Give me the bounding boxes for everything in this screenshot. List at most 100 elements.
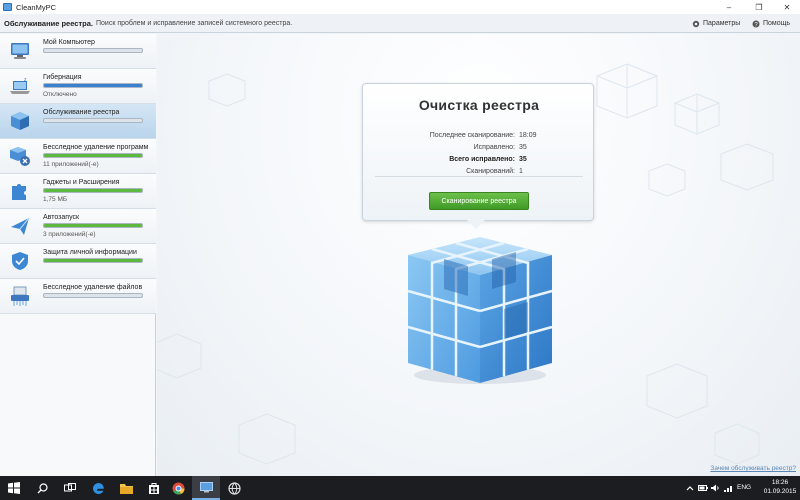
progress-fill xyxy=(44,189,142,192)
stat-last-scan: Последнее сканирование: 18:09 xyxy=(363,132,595,142)
progress-bar xyxy=(43,83,143,88)
stat-value: 35 xyxy=(519,144,527,151)
stat-value: 1 xyxy=(519,168,523,175)
help-icon: ? xyxy=(752,20,760,28)
sidebar-item-my-computer[interactable]: Мой Компьютер xyxy=(0,34,156,69)
progress-bar xyxy=(43,258,143,263)
cleanmypc-taskbar-button[interactable] xyxy=(192,476,220,500)
registry-cleanup-panel: Очистка реестра Последнее сканирование: 1… xyxy=(362,83,594,221)
shredder-icon xyxy=(11,286,29,306)
stat-label: Сканирований: xyxy=(466,168,515,175)
stat-label: Всего исправлено: xyxy=(449,156,515,163)
stat-value: 35 xyxy=(519,156,527,163)
stat-value: 18:09 xyxy=(519,132,537,139)
sidebar-item-label: Защита личной информации xyxy=(43,249,137,256)
why-maintain-registry-link[interactable]: Зачем обслуживать реестр? xyxy=(710,465,796,472)
settings-label: Параметры xyxy=(703,20,741,27)
registry-cube-illustration xyxy=(407,237,553,384)
gear-icon xyxy=(692,20,700,27)
sidebar-item-shredder[interactable]: Бесследное удаление файлов xyxy=(0,279,156,314)
uninstall-icon xyxy=(10,147,30,166)
close-icon: ✕ xyxy=(783,2,791,12)
cleanmypc-icon xyxy=(199,481,213,492)
taskbar: ENG 18:26 01.09.2015 xyxy=(0,476,800,500)
sidebar-item-subtext: Отключено xyxy=(43,91,77,98)
progress-fill xyxy=(44,84,142,87)
progress-bar xyxy=(43,118,143,123)
task-view-icon xyxy=(64,483,76,492)
sidebar-item-uninstall[interactable]: Бесследное удаление программ 11 приложен… xyxy=(0,139,156,174)
panel-pointer xyxy=(467,220,485,229)
language-indicator[interactable]: ENG xyxy=(737,484,751,491)
maximize-icon: ❐ xyxy=(755,2,763,12)
help-link[interactable]: ? Помощь xyxy=(752,14,790,33)
file-explorer-button[interactable] xyxy=(112,476,140,500)
sidebar-item-registry[interactable]: Обслуживание реестра xyxy=(0,104,156,139)
edge-button[interactable] xyxy=(84,476,112,500)
store-icon xyxy=(149,483,159,494)
sidebar-item-label: Мой Компьютер xyxy=(43,39,95,46)
stat-total-fixed: Всего исправлено: 35 xyxy=(363,156,595,166)
chrome-icon xyxy=(172,482,185,495)
task-view-button[interactable] xyxy=(56,476,84,500)
sidebar-item-privacy[interactable]: Защита личной информации xyxy=(0,244,156,279)
sidebar-item-label: Бесследное удаление программ xyxy=(43,144,149,151)
search-icon xyxy=(37,482,48,493)
stat-label: Исправлено: xyxy=(473,144,515,151)
puzzle-icon xyxy=(12,184,26,200)
sidebar-item-label: Обслуживание реестра xyxy=(43,109,120,116)
network-app-button[interactable] xyxy=(220,476,248,500)
sidebar-item-gadgets[interactable]: Гаджеты и Расширения 1,75 МБ xyxy=(0,174,156,209)
sidebar-item-label: Автозапуск xyxy=(43,214,80,221)
volume-icon[interactable] xyxy=(711,484,721,492)
settings-link[interactable]: Параметры xyxy=(692,14,740,33)
close-button[interactable]: ✕ xyxy=(772,0,800,14)
edge-browser-icon xyxy=(92,482,104,494)
network-icon[interactable] xyxy=(724,484,734,492)
divider xyxy=(375,176,583,177)
stat-label: Последнее сканирование: xyxy=(429,132,515,139)
start-button[interactable] xyxy=(0,476,28,500)
progress-bar xyxy=(43,223,143,228)
chevron-up-icon[interactable] xyxy=(686,484,694,492)
sidebar-item-subtext: 11 приложений(-е) xyxy=(43,161,99,168)
sidebar-item-hibernation[interactable]: z Гибернация Отключено xyxy=(0,69,156,104)
page-title: Обслуживание реестра. xyxy=(4,18,93,28)
shield-icon xyxy=(12,252,28,270)
progress-bar xyxy=(43,293,143,298)
autorun-plane-icon xyxy=(11,217,30,235)
progress-bar xyxy=(43,48,143,53)
sidebar-item-autorun[interactable]: Автозапуск 3 приложений(-е) xyxy=(0,209,156,244)
battery-icon[interactable] xyxy=(698,484,708,492)
progress-fill xyxy=(44,259,142,262)
title-bar: CleanMyPC – ❐ ✕ xyxy=(0,0,800,14)
scan-registry-button[interactable]: Сканирование реестра xyxy=(429,192,529,210)
app-icon xyxy=(3,3,12,11)
clock-date[interactable]: 01.09.2015 xyxy=(762,488,798,495)
minimize-icon: – xyxy=(726,2,732,12)
chrome-button[interactable] xyxy=(164,476,192,500)
registry-cube-icon xyxy=(11,112,29,130)
progress-fill xyxy=(44,224,142,227)
main-content: Очистка реестра Последнее сканирование: 1… xyxy=(157,34,800,476)
clock-time[interactable]: 18:26 xyxy=(762,479,798,486)
panel-title: Очистка реестра xyxy=(418,97,540,113)
stat-fixed: Исправлено: 35 xyxy=(363,144,595,154)
sidebar: Мой Компьютер z Гибернация Отключено Обс… xyxy=(0,34,156,476)
progress-bar xyxy=(43,153,143,158)
sidebar-item-label: Гибернация xyxy=(43,74,82,81)
progress-fill xyxy=(44,154,142,157)
page-description: Поиск проблем и исправление записей сист… xyxy=(95,19,293,27)
network-globe-icon xyxy=(227,481,241,495)
minimize-button[interactable]: – xyxy=(714,0,744,14)
page-header: Обслуживание реестра. Поиск проблем и ис… xyxy=(0,14,800,33)
window-title: CleanMyPC xyxy=(16,2,57,12)
help-label: Помощь xyxy=(763,20,791,27)
search-button[interactable] xyxy=(28,476,56,500)
maximize-button[interactable]: ❐ xyxy=(744,0,774,14)
sidebar-item-subtext: 1,75 МБ xyxy=(43,196,68,203)
progress-bar xyxy=(43,188,143,193)
sidebar-item-subtext: 3 приложений(-е) xyxy=(43,231,96,238)
sidebar-item-label: Бесследное удаление файлов xyxy=(43,284,143,291)
laptop-sleep-icon: z xyxy=(10,77,30,94)
